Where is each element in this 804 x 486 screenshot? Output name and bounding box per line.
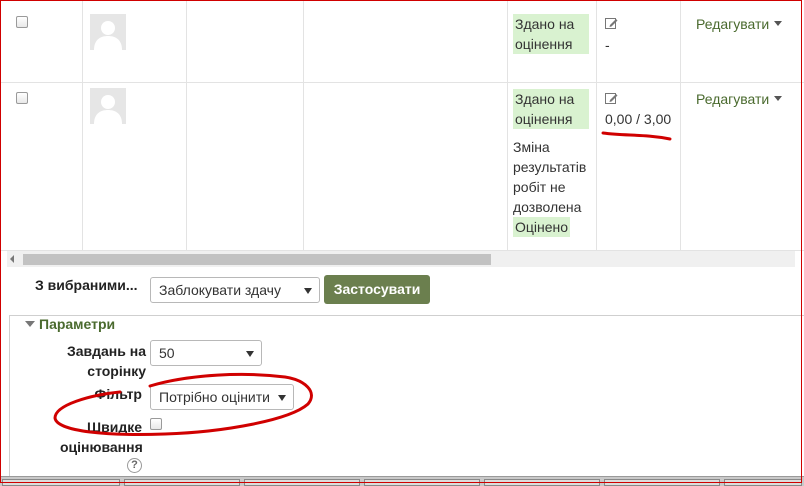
grade-value: 0,00 / 3,00	[605, 111, 672, 127]
quick-grading-checkbox[interactable]	[150, 418, 162, 430]
caret-down-icon	[774, 96, 783, 101]
submission-status: Здано на оцінення Зміна результатів робі…	[513, 89, 589, 237]
scroll-thumb[interactable]	[23, 254, 491, 265]
filter-value: Потрібно оцінити	[159, 389, 270, 405]
user-avatar[interactable]	[90, 14, 126, 50]
apply-button[interactable]: Застосувати	[324, 275, 430, 304]
email-cell	[304, 82, 508, 250]
bulk-action-value: Заблокувати здачу	[159, 282, 281, 298]
status-badge: Здано на оцінення	[513, 89, 589, 129]
chevron-down-icon	[246, 351, 254, 357]
chevron-down-icon	[278, 395, 286, 401]
quick-grading-label: Швидке оцінювання	[60, 419, 143, 455]
table-row: Здано на оцінення - Редагувати	[0, 0, 804, 83]
scroll-left-icon[interactable]	[10, 255, 14, 263]
edit-menu[interactable]: Редагувати	[696, 91, 783, 107]
caret-down-icon	[774, 21, 783, 26]
per-page-select[interactable]: 50	[150, 340, 262, 366]
table-scrollbar[interactable]	[7, 251, 795, 267]
bulk-action-label: З вибраними...	[35, 277, 138, 293]
collapse-caret-icon	[25, 321, 35, 327]
grade-edit-button[interactable]	[605, 17, 618, 30]
edit-cell	[681, 0, 804, 82]
edit-cell	[681, 82, 804, 250]
edit-menu[interactable]: Редагувати	[696, 16, 783, 32]
grade-value: -	[605, 37, 610, 53]
graded-badge: Оцінено	[513, 217, 571, 237]
select-cell	[0, 82, 83, 250]
row-checkbox[interactable]	[16, 16, 28, 28]
pencil-icon	[605, 18, 618, 29]
user-silhouette-icon	[90, 14, 126, 50]
chevron-down-icon	[304, 288, 312, 294]
status-badge: Здано на оцінення	[513, 14, 589, 54]
row-checkbox[interactable]	[16, 92, 28, 104]
select-cell	[0, 0, 83, 82]
filter-label: Фільтр	[94, 386, 142, 402]
bulk-action-select[interactable]: Заблокувати здачу	[150, 277, 320, 303]
per-page-value: 50	[159, 345, 175, 361]
submission-status: Здано на оцінення	[513, 14, 589, 54]
edit-menu-label: Редагувати	[696, 16, 770, 32]
per-page-label: Завдань на сторінку	[66, 343, 146, 379]
options-legend-label: Параметри	[39, 316, 116, 332]
user-silhouette-icon	[90, 88, 126, 124]
user-avatar[interactable]	[90, 88, 126, 124]
table-row: Здано на оцінення Зміна результатів робі…	[0, 82, 804, 251]
edit-menu-label: Редагувати	[696, 91, 770, 107]
filter-select[interactable]: Потрібно оцінити	[150, 384, 294, 410]
grade-edit-button[interactable]	[605, 92, 618, 105]
name-cell	[187, 82, 304, 250]
email-cell	[304, 0, 508, 82]
grade-cell	[597, 82, 681, 250]
status-note: Зміна результатів робіт не дозволена	[513, 139, 587, 215]
options-legend[interactable]: Параметри	[25, 316, 120, 332]
help-icon[interactable]: ?	[127, 458, 142, 473]
pencil-icon	[605, 93, 618, 104]
name-cell	[187, 0, 304, 82]
